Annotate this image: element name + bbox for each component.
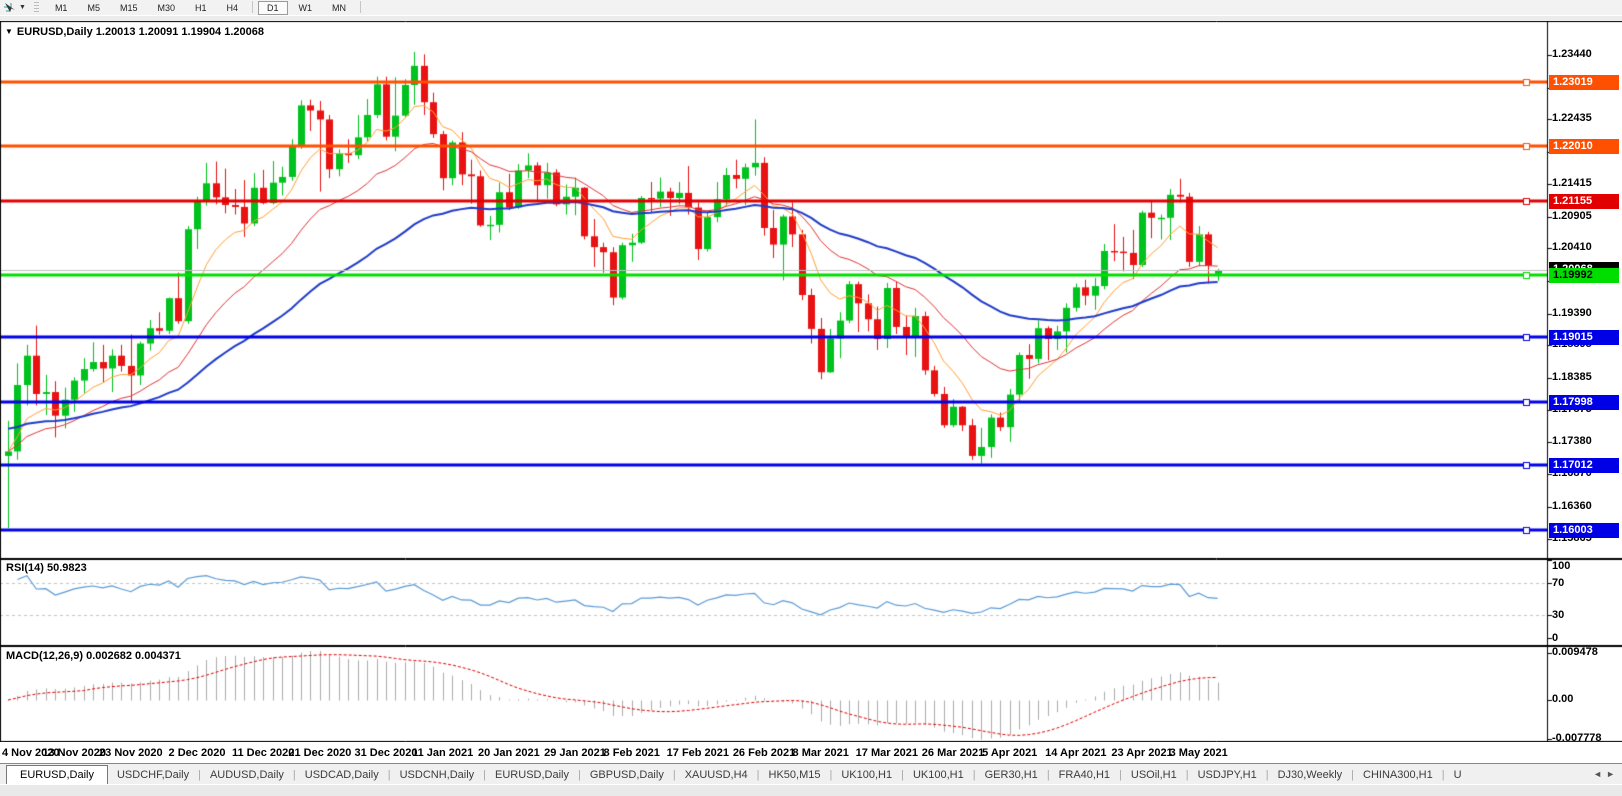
timeframe-button-w1[interactable]: W1 <box>290 1 322 15</box>
date-tick-label: 4 Nov 2020 <box>2 747 59 759</box>
date-tick-label: 5 Apr 2021 <box>982 747 1037 759</box>
date-tick-label: 17 Feb 2021 <box>667 747 729 759</box>
chart-tab-xauusd-h4[interactable]: XAUUSD,H4 <box>676 766 757 785</box>
rsi-indicator-canvas[interactable] <box>0 559 1622 646</box>
status-strip <box>0 784 1622 796</box>
hline-price-tag[interactable]: 1.23019 <box>1549 75 1619 90</box>
date-tick-label: 23 Nov 2020 <box>99 747 163 759</box>
chart-tab-audusd-daily[interactable]: AUDUSD,Daily <box>201 766 293 785</box>
timeframe-button-d1[interactable]: D1 <box>258 1 288 15</box>
hline-price-tag[interactable]: 1.21155 <box>1549 194 1619 209</box>
tab-scroll-arrows: ◄► <box>1593 769 1619 779</box>
date-tick-label: 26 Mar 2021 <box>922 747 984 759</box>
date-tick-label: 31 Dec 2020 <box>355 747 418 759</box>
date-tick-label: 14 Apr 2021 <box>1045 747 1106 759</box>
chart-tab-u[interactable]: U <box>1445 766 1471 785</box>
timeframe-button-m30[interactable]: M30 <box>148 1 184 15</box>
hline-price-tag[interactable]: 1.17012 <box>1549 458 1619 473</box>
hline-price-tag[interactable]: 1.17998 <box>1549 395 1619 410</box>
timeframe-button-m5[interactable]: M5 <box>78 1 109 15</box>
timeframe-button-h4[interactable]: H4 <box>218 1 248 15</box>
chart-tab-hk50-m15[interactable]: HK50,M15 <box>760 766 830 785</box>
tab-scroll-left-icon[interactable]: ◄ <box>1593 769 1606 779</box>
hline-price-tag[interactable]: 1.22010 <box>1549 139 1619 154</box>
chart-tab-uk100-h1[interactable]: UK100,H1 <box>904 766 973 785</box>
hline-price-tag[interactable]: 1.19992 <box>1549 268 1619 283</box>
date-tick-label: 8 Mar 2021 <box>793 747 849 759</box>
chart-tab-usoil-h1[interactable]: USOil,H1 <box>1122 766 1186 785</box>
date-tick-label: 3 May 2021 <box>1170 747 1228 759</box>
main-price-chart-canvas[interactable] <box>0 21 1622 559</box>
timeframe-button-h1[interactable]: H1 <box>186 1 216 15</box>
hline-price-tag[interactable]: 1.19015 <box>1549 330 1619 345</box>
date-tick-label: 11 Jan 2021 <box>412 747 473 759</box>
toolbar: ▼ M1M5M15M30H1H4 D1W1MN <box>0 0 1622 16</box>
timeframe-buttons: M1M5M15M30H1H4 D1W1MN <box>45 1 365 15</box>
date-tick-label: 13 Nov 2020 <box>42 747 106 759</box>
chart-tab-china300-h1[interactable]: CHINA300,H1 <box>1354 766 1442 785</box>
hline-price-tag[interactable]: 1.16003 <box>1549 523 1619 538</box>
date-tick-label: 17 Mar 2021 <box>856 747 918 759</box>
trading-platform-window: ▼ M1M5M15M30H1H4 D1W1MN ▼ EURUSD,Daily 1.2… <box>0 0 1622 796</box>
date-tick-label: 29 Jan 2021 <box>544 747 606 759</box>
chart-tab-usdcad-daily[interactable]: USDCAD,Daily <box>296 766 388 785</box>
date-tick-label: 8 Feb 2021 <box>604 747 660 759</box>
date-tick-label: 21 Dec 2020 <box>288 747 351 759</box>
cursor-tool-icon[interactable] <box>3 2 16 14</box>
chart-tab-gbpusd-daily[interactable]: GBPUSD,Daily <box>581 766 673 785</box>
chart-tab-usdchf-daily[interactable]: USDCHF,Daily <box>108 766 198 785</box>
chart-tab-fra40-h1[interactable]: FRA40,H1 <box>1050 766 1119 785</box>
tab-scroll-right-icon[interactable]: ► <box>1606 769 1619 779</box>
toolbar-separator <box>360 1 361 13</box>
date-tick-label: 23 Apr 2021 <box>1111 747 1172 759</box>
timeframe-button-mn[interactable]: MN <box>323 1 355 15</box>
chart-tab-eurusd-daily[interactable]: EURUSD,Daily <box>486 766 578 785</box>
dropdown-caret-icon[interactable]: ▼ <box>19 4 26 11</box>
chart-tab-eurusd-daily[interactable]: EURUSD,Daily <box>6 765 108 785</box>
date-tick-label: 11 Dec 2020 <box>232 747 294 759</box>
toolbar-separator <box>252 1 253 13</box>
chart-tab-usdjpy-h1[interactable]: USDJPY,H1 <box>1189 766 1266 785</box>
timeframe-button-m1[interactable]: M1 <box>46 1 77 15</box>
tabs-holder: EURUSD,DailyUSDCHF,Daily|AUDUSD,Daily|US… <box>0 765 1471 785</box>
timeframe-button-m15[interactable]: M15 <box>111 1 147 15</box>
date-tick-label: 26 Feb 2021 <box>733 747 795 759</box>
chart-tab-ger30-h1[interactable]: GER30,H1 <box>976 766 1047 785</box>
date-tick-label: 2 Dec 2020 <box>169 747 226 759</box>
toolbar-grip[interactable] <box>34 2 39 13</box>
macd-indicator-canvas[interactable] <box>0 646 1622 742</box>
chart-tab-dj30-weekly[interactable]: DJ30,Weekly <box>1269 766 1352 785</box>
chart-tab-usdcnh-daily[interactable]: USDCNH,Daily <box>391 766 484 785</box>
chart-tab-bar: EURUSD,DailyUSDCHF,Daily|AUDUSD,Daily|US… <box>0 763 1622 785</box>
chart-tab-uk100-h1[interactable]: UK100,H1 <box>832 766 901 785</box>
date-tick-label: 20 Jan 2021 <box>478 747 540 759</box>
